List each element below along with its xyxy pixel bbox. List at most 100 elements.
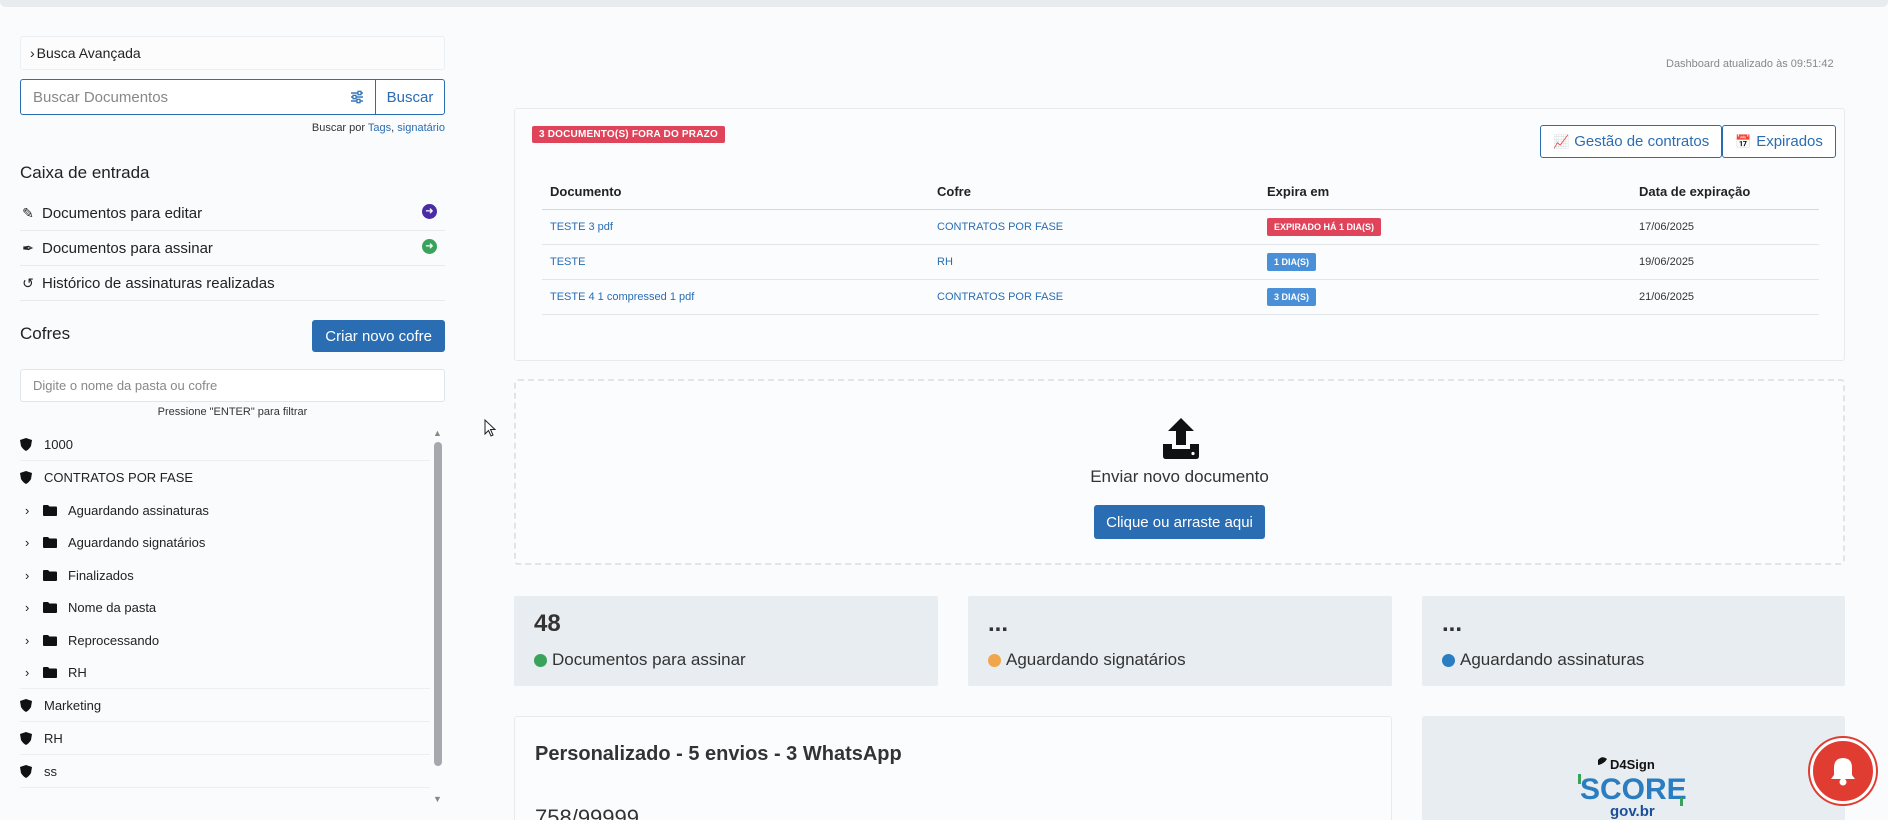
inbox-item-history[interactable]: ↺ Histórico de assinaturas realizadas <box>20 266 445 301</box>
folder-item[interactable]: › Nome da pasta <box>20 592 430 625</box>
folder-item[interactable]: › RH <box>20 657 430 689</box>
stat-label: Documentos para assinar <box>552 650 746 669</box>
upload-button[interactable]: Clique ou arraste aqui <box>1094 505 1265 539</box>
chart-line-icon: 📈 <box>1553 133 1570 149</box>
contracts-management-label: Gestão de contratos <box>1574 133 1710 150</box>
tree-scrollbar[interactable]: ▲ ▼ <box>431 428 445 808</box>
vault-label: Marketing <box>44 697 102 713</box>
inbox-title: Caixa de entrada <box>20 163 150 182</box>
search-button[interactable]: Buscar <box>375 79 445 115</box>
folder-item[interactable]: › Aguardando assinaturas <box>20 494 430 527</box>
inbox-item-edit[interactable]: ✎ Documentos para editar ➜ <box>20 196 445 231</box>
vaults-header: Cofres Criar novo cofre <box>20 320 445 352</box>
vault-item[interactable]: ss <box>20 755 430 788</box>
notification-bell-button[interactable] <box>1810 738 1876 804</box>
stat-value: ... <box>1442 610 1463 637</box>
scroll-down-icon[interactable]: ▼ <box>433 794 442 804</box>
advanced-search-toggle[interactable]: › Busca Avançada <box>20 36 445 70</box>
search-placeholder: Buscar Documentos <box>33 88 169 106</box>
folder-icon <box>43 569 57 581</box>
chevron-right-icon[interactable]: › <box>25 633 36 648</box>
history-icon: ↺ <box>22 274 34 291</box>
upload-dropzone[interactable]: Enviar novo documento Clique ou arraste … <box>514 379 1845 565</box>
calendar-icon: 📅 <box>1735 133 1752 149</box>
folder-filter-input[interactable]: Digite o nome da pasta ou cofre <box>20 369 445 402</box>
expiring-documents-card: 3 DOCUMENTO(S) FORA DO PRAZO 📈 Gestão de… <box>514 108 1845 361</box>
vault-link[interactable]: CONTRATOS POR FASE <box>929 209 1259 245</box>
expiry-date: 17/06/2025 <box>1631 209 1819 245</box>
vault-item[interactable]: 1000 <box>20 428 430 461</box>
stat-card-to-sign[interactable]: 48 Documentos para assinar <box>514 596 938 686</box>
column-header: Data de expiração <box>1631 174 1819 210</box>
mouse-cursor-icon <box>484 419 496 437</box>
document-link[interactable]: TESTE 3 pdf <box>542 209 929 245</box>
sliders-icon[interactable] <box>349 89 365 105</box>
search-row: Buscar Documentos Buscar <box>20 79 445 115</box>
document-link[interactable]: TESTE 4 1 compressed 1 pdf <box>542 279 929 315</box>
folder-item[interactable]: › Reprocessando <box>20 624 430 657</box>
folder-item[interactable]: › Aguardando signatários <box>20 527 430 560</box>
inbox-item-label: Documentos para editar <box>42 204 203 222</box>
vault-item[interactable]: RH <box>20 722 430 755</box>
document-link[interactable]: TESTE <box>542 244 929 280</box>
search-hint-prefix: Buscar por <box>311 122 366 134</box>
shield-icon <box>20 731 32 745</box>
folder-label: Aguardando assinaturas <box>68 502 209 518</box>
vault-item[interactable]: CONTRATOS POR FASE <box>20 461 430 494</box>
table-row: TESTE 3 pdf CONTRATOS POR FASE EXPIRADO … <box>542 209 1819 245</box>
inbox-item-label: Histórico de assinaturas realizadas <box>42 274 275 292</box>
expiry-badge: 1 DIA(S) <box>1267 252 1317 271</box>
vault-item[interactable]: Marketing <box>20 689 430 722</box>
search-hint-signatario-link[interactable]: signatário <box>397 122 445 134</box>
chevron-right-icon[interactable]: › <box>25 665 36 680</box>
scroll-thumb[interactable] <box>434 442 442 766</box>
stat-label: Aguardando signatários <box>1006 650 1186 669</box>
upload-icon <box>1163 418 1199 459</box>
search-input[interactable]: Buscar Documentos <box>20 79 375 115</box>
svg-text:SCORE: SCORE <box>1580 773 1687 806</box>
stat-card-awaiting-signatures[interactable]: ... Aguardando assinaturas <box>1422 596 1845 686</box>
stat-value: ... <box>988 610 1009 637</box>
status-dot <box>1442 653 1455 667</box>
pen-icon: ✒ <box>22 239 34 256</box>
stat-label: Aguardando assinaturas <box>1460 650 1645 669</box>
expired-button[interactable]: 📅 Expirados <box>1722 125 1836 158</box>
score-card[interactable]: D4Sign SCORE gov.br <box>1422 716 1845 820</box>
chevron-right-icon[interactable]: › <box>25 600 36 615</box>
folder-icon <box>43 666 57 678</box>
vault-label: CONTRATOS POR FASE <box>44 470 194 485</box>
sidebar: › Busca Avançada Buscar Documentos Busca… <box>20 36 445 820</box>
stat-card-awaiting-signers[interactable]: ... Aguardando signatários <box>968 596 1392 686</box>
inbox-item-sign[interactable]: ✒ Documentos para assinar ➜ <box>20 231 445 266</box>
create-vault-button[interactable]: Criar novo cofre <box>312 320 445 352</box>
folder-label: Nome da pasta <box>68 600 157 616</box>
folder-label: Reprocessando <box>68 632 160 648</box>
chevron-right-icon: › <box>30 45 35 61</box>
vault-link[interactable]: CONTRATOS POR FASE <box>929 279 1259 315</box>
table-row: TESTE 4 1 compressed 1 pdf CONTRATOS POR… <box>542 279 1819 315</box>
scroll-up-icon[interactable]: ▲ <box>433 428 442 438</box>
search-hint: Buscar por Tags, signatário <box>311 122 445 134</box>
table-header-row: Documento Cofre Expira em Data de expira… <box>542 174 1819 210</box>
top-bar <box>0 0 1888 7</box>
inbox-item-label: Documentos para assinar <box>42 239 213 257</box>
inbox-list: ✎ Documentos para editar ➜ ✒ Documentos … <box>20 196 445 301</box>
chevron-right-icon[interactable]: › <box>25 568 36 583</box>
table-row: TESTE RH 1 DIA(S) 19/06/2025 <box>542 244 1819 280</box>
plan-card: Personalizado - 5 envios - 3 WhatsApp 75… <box>514 716 1392 820</box>
folder-filter-hint: Pressione "ENTER" para filtrar <box>157 406 308 418</box>
column-header: Expira em <box>1259 174 1631 210</box>
d4sign-score-logo: D4Sign SCORE gov.br <box>1578 757 1687 820</box>
expiry-badge: EXPIRADO HÁ 1 DIA(S) <box>1267 217 1382 236</box>
folder-icon <box>43 634 57 646</box>
chevron-right-icon[interactable]: › <box>25 503 36 518</box>
vault-link[interactable]: RH <box>929 244 1259 280</box>
chevron-right-icon[interactable]: › <box>25 535 36 550</box>
folder-item[interactable]: › Finalizados <box>20 559 430 592</box>
folder-icon <box>43 602 57 614</box>
search-hint-tags-link[interactable]: Tags <box>368 122 391 134</box>
shield-icon <box>20 764 32 778</box>
contracts-management-button[interactable]: 📈 Gestão de contratos <box>1540 125 1723 158</box>
folder-label: Finalizados <box>68 567 134 583</box>
column-header: Cofre <box>929 174 1259 210</box>
